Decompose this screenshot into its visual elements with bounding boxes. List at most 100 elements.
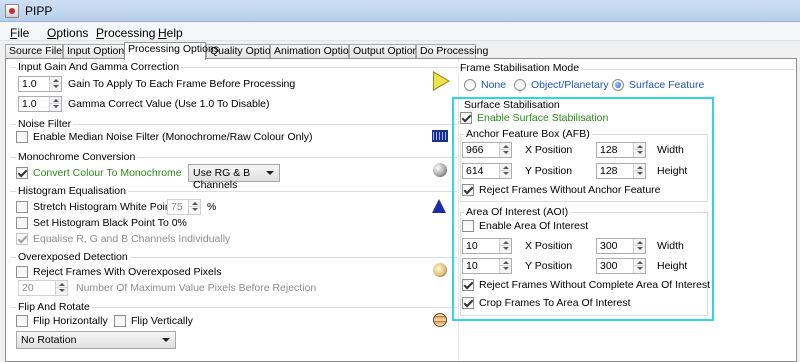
convert-mono-label: Convert Colour To Monochrome [33,167,182,179]
afb-x-label: X Position [525,144,573,156]
tab-output-options[interactable]: Output Options [349,44,424,59]
median-filter-box[interactable] [16,131,28,143]
stabilisation-mode-title: Frame Stabilisation Mode [458,62,582,74]
flip-horizontal-box[interactable] [16,315,28,327]
menu-processing[interactable]: Processing [96,26,155,40]
convert-mono-box[interactable] [16,167,28,179]
afb-title: Anchor Feature Box (AFB) [464,128,592,140]
afb-x-stepper[interactable]: 966 [462,142,512,158]
black-point-box[interactable] [16,217,28,229]
aoi-crop-box[interactable] [462,297,474,309]
equalise-channels-box[interactable] [16,233,28,245]
afb-height-stepper[interactable]: 128 [596,163,646,179]
overexposed-title: Overexposed Detection [16,251,130,263]
mode-planetary-radio-dot[interactable] [514,79,526,91]
aoi-height-stepper[interactable]: 300 [596,258,646,274]
aoi-y-label: Y Position [525,260,573,272]
aoi-reject-label: Reject Frames Without Complete Area Of I… [479,279,711,291]
afb-reject-label: Reject Frames Without Anchor Feature [479,184,661,196]
mode-surface-label: Surface Feature [629,79,705,91]
afb-y-label: Y Position [525,165,573,177]
afb-y-stepper[interactable]: 614 [462,163,512,179]
aoi-x-stepper[interactable]: 10 [462,238,512,254]
convert-mono-checkbox[interactable]: Convert Colour To Monochrome [16,167,182,179]
aoi-y-stepper[interactable]: 10 [462,258,512,274]
afb-height-label: Height [657,165,688,177]
stretch-histogram-box[interactable] [16,201,28,213]
histogram-icon [432,199,446,213]
chevron-down-icon [162,338,170,342]
afb-width-label: Width [657,144,684,156]
enable-surface-label: Enable Surface Stabilisation [477,112,609,124]
chevron-down-icon [266,171,274,175]
afb-reject-box[interactable] [462,184,474,196]
black-point-label: Set Histogram Black Point To 0% [33,217,187,229]
surface-stabilisation-title: Surface Stabilisation [462,99,562,111]
aoi-title: Area Of Interest (AOI) [464,206,571,218]
menu-help[interactable]: Help [158,26,183,40]
menu-bar: File Options Processing Help [0,23,800,41]
aoi-reject-checkbox[interactable]: Reject Frames Without Complete Area Of I… [462,279,710,291]
median-filter-label: Enable Median Noise Filter (Monochrome/R… [33,131,313,143]
histogram-title: Histogram Equalisation [16,185,128,197]
rotation-select[interactable]: No Rotation [16,331,176,349]
gain-stepper[interactable]: 1.0 [18,76,62,92]
aoi-reject-box[interactable] [462,279,474,291]
flip-rotate-title: Flip And Rotate [16,301,92,313]
enable-surface-box[interactable] [460,112,472,124]
enable-surface-checkbox[interactable]: Enable Surface Stabilisation [460,112,608,124]
afb-width-stepper[interactable]: 128 [596,142,646,158]
mode-planetary-radio[interactable]: Object/Planetary [514,79,609,91]
jupiter-icon [433,313,447,327]
noise-filter-title: Noise Filter [16,118,74,130]
mode-none-radio[interactable]: None [464,79,506,91]
tab-input-options[interactable]: Input Options [63,44,129,59]
tab-strip: Source Files Input Options Processing Op… [5,42,795,60]
stretch-value-stepper[interactable]: 75 [167,199,201,215]
stretch-unit: % [207,201,217,213]
aoi-enable-label: Enable Area Of Interest [479,220,589,232]
app-icon [5,4,19,18]
rotation-select-value: No Rotation [21,334,77,346]
mode-none-label: None [481,79,507,91]
tab-processing-options[interactable]: Processing Options [124,42,219,60]
mono-title: Monochrome Conversion [16,151,138,163]
channels-select[interactable]: Use RG & B Channels [188,164,280,191]
tab-do-processing[interactable]: Do Processing [416,44,488,59]
gamma-stepper[interactable]: 1.0 [18,96,62,112]
mode-surface-radio-dot[interactable] [612,79,624,91]
mode-none-radio-dot[interactable] [464,79,476,91]
title-bar[interactable]: PIPP [0,0,800,22]
aoi-enable-box[interactable] [462,220,474,232]
aoi-height-label: Height [657,260,688,272]
gamma-label: Gamma Correct Value (Use 1.0 To Disable) [68,98,270,110]
aoi-width-stepper[interactable]: 300 [596,238,646,254]
gain-label: Gain To Apply To Each Frame Before Proce… [68,78,296,90]
aoi-x-label: X Position [525,240,573,252]
aoi-crop-checkbox[interactable]: Crop Frames To Area Of Interest [462,297,631,309]
mode-planetary-label: Object/Planetary [531,79,609,91]
input-gain-title: Input Gain And Gamma Correction [16,61,182,73]
aoi-width-label: Width [657,240,684,252]
flip-horizontal-label: Flip Horizontally [33,315,108,327]
menu-options[interactable]: Options [47,26,88,40]
afb-reject-checkbox[interactable]: Reject Frames Without Anchor Feature [462,184,661,196]
aoi-enable-checkbox[interactable]: Enable Area Of Interest [462,220,588,232]
gray-planet-icon [433,163,447,177]
flip-vertical-box[interactable] [114,315,126,327]
flip-vertical-label: Flip Vertically [131,315,193,327]
tab-source-files[interactable]: Source Files [5,44,67,59]
menu-file[interactable]: File [10,26,29,40]
play-icon[interactable] [434,73,448,89]
reject-overexposed-box[interactable] [16,266,28,278]
overexposed-count-label: Number Of Maximum Value Pixels Before Re… [76,282,317,294]
noise-wave-icon [432,130,448,142]
moon-icon [433,263,447,277]
overexposed-count-stepper[interactable]: 20 [18,280,68,296]
mode-surface-radio[interactable]: Surface Feature [612,79,704,91]
reject-overexposed-label: Reject Frames With Overexposed Pixels [33,266,222,278]
tab-content: Input Gain And Gamma Correction 1.0 Gain… [5,58,797,362]
aoi-crop-label: Crop Frames To Area Of Interest [479,297,631,309]
tab-animation-options[interactable]: Animation Options [270,44,360,59]
median-filter-checkbox[interactable]: Enable Median Noise Filter (Monochrome/R… [16,131,313,143]
